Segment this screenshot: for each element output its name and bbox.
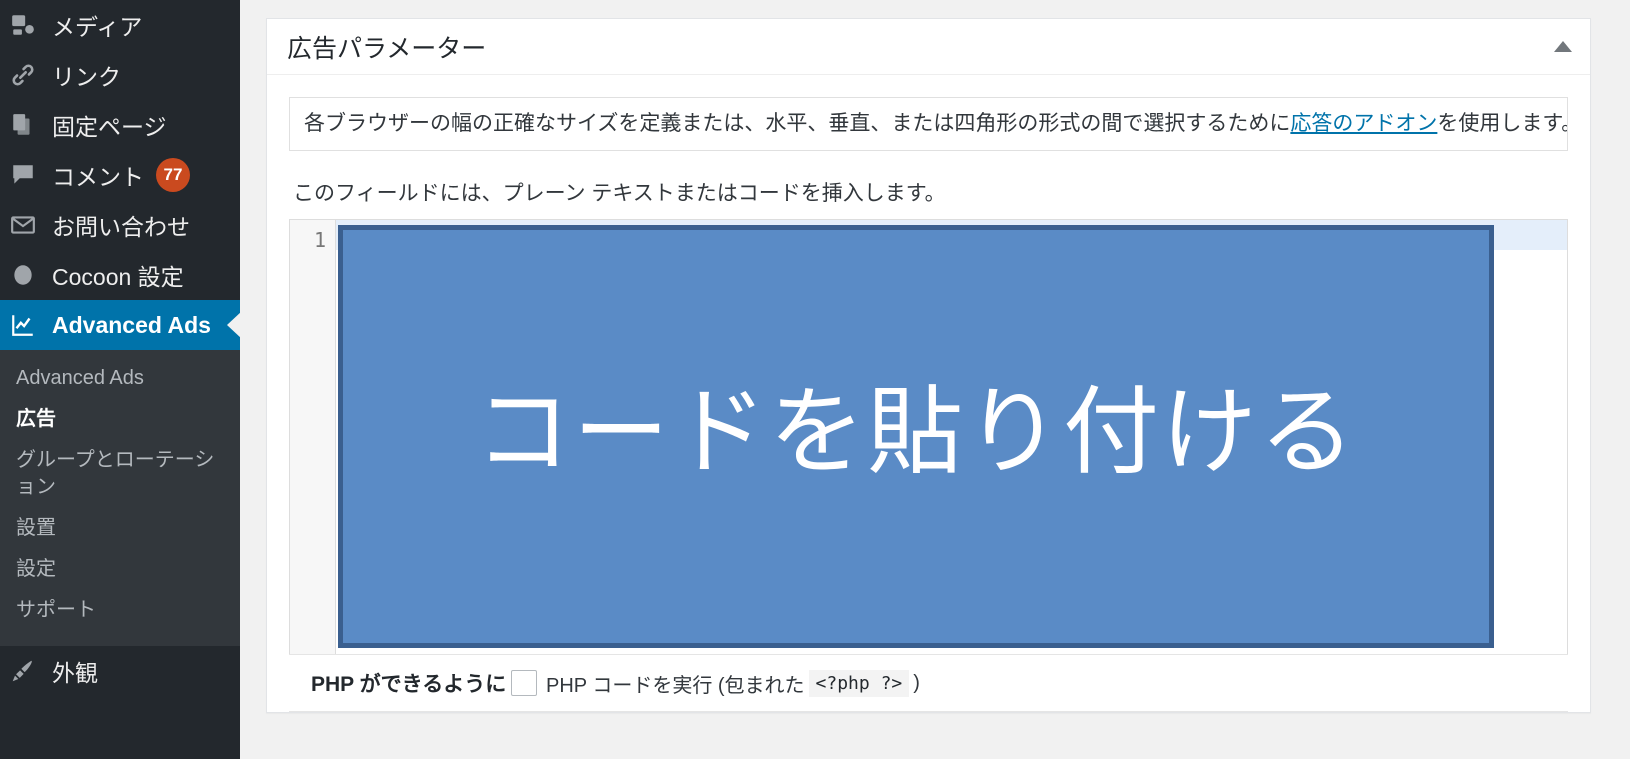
paste-code-overlay: コードを貼り付ける [338,225,1494,649]
admin-screen: メディア リンク 固定ページ コメント 77 お問い合わせ Cocoon 設定 … [0,0,1630,759]
comment-icon [10,162,52,188]
sidebar-item-label: 固定ページ [52,114,167,140]
submenu-item-settings[interactable]: 設定 [0,549,240,590]
main-content: 広告パラメーター 各ブラウザーの幅の正確なサイズを定義または、水平、垂直、または… [240,0,1630,759]
sidebar-item-advanced-ads[interactable]: Advanced Ads [0,300,240,350]
sidebar-item-label: コメント [52,164,144,190]
php-execute-checkbox-label[interactable]: PHP コードを実行 (包まれた <?php ?> ) [511,669,920,698]
ad-parameters-panel: 広告パラメーター 各ブラウザーの幅の正確なサイズを定義または、水平、垂直、または… [266,18,1591,714]
responsive-addon-link[interactable]: 応答のアドオン [1290,112,1437,135]
chevron-up-icon[interactable] [1554,40,1572,52]
sidebar-item-label: リンク [52,64,121,90]
chart-icon [10,312,52,338]
media-icon [10,12,52,38]
php-tag-code: <?php ?> [808,669,910,697]
php-execute-checkbox[interactable] [511,670,537,697]
sidebar-item-pages[interactable]: 固定ページ [0,100,240,150]
editor-line-number-gutter: 1 [290,220,336,655]
php-row-label: PHP ができるように [311,673,507,697]
panel-body: 各ブラウザーの幅の正確なサイズを定義または、水平、垂直、または四角形の形式の間で… [267,75,1590,713]
submenu-item-placements[interactable]: 設置 [0,508,240,549]
notice-text-after: を使用します。 [1437,112,1568,135]
pages-icon [10,112,52,138]
paste-code-overlay-label: コードを貼り付ける [475,378,1357,486]
appearance-icon [10,658,52,684]
line-number: 1 [313,228,326,253]
sidebar-item-label: メディア [52,14,143,40]
envelope-icon [10,212,52,238]
notice-text-before: 各ブラウザーの幅の正確なサイズを定義または、水平、垂直、または四角形の形式の間で… [304,112,1291,135]
sidebar-item-comments[interactable]: コメント 77 [0,150,240,200]
submenu-item-ads[interactable]: 広告 [0,399,240,440]
sidebar-item-links[interactable]: リンク [0,50,240,100]
sidebar-item-appearance[interactable]: 外観 [0,645,240,695]
php-checkbox-text-before: PHP コードを実行 (包まれた [546,674,805,697]
submenu-item-groups-rotation[interactable]: グループとローテーション [0,440,240,508]
field-description: このフィールドには、プレーン テキストまたはコードを挿入します。 [293,182,946,206]
sidebar-item-media[interactable]: メディア [0,0,240,50]
sidebar-item-label: Advanced Ads [52,311,211,338]
editor-code-area[interactable]: コードを貼り付ける [336,220,1567,654]
sidebar-item-contact[interactable]: お問い合わせ [0,200,240,250]
sidebar-item-label: Cocoon 設定 [52,264,184,290]
comment-count-badge: 77 [156,158,190,192]
panel-header[interactable]: 広告パラメーター [267,19,1590,75]
responsive-addon-notice: 各ブラウザーの幅の正確なサイズを定義または、水平、垂直、または四角形の形式の間で… [289,97,1568,152]
php-checkbox-text-after: ) [913,671,920,694]
sidebar-item-label: 外観 [52,659,98,686]
admin-sidebar: メディア リンク 固定ページ コメント 77 お問い合わせ Cocoon 設定 … [0,0,240,759]
code-editor[interactable]: 1 コードを貼り付ける [289,219,1568,655]
link-icon [10,62,52,88]
circle-icon [10,262,52,288]
php-option-row: PHP ができるように PHP コードを実行 (包まれた <?php ?> ) [289,654,1568,713]
sidebar-item-cocoon-settings[interactable]: Cocoon 設定 [0,250,240,300]
advanced-ads-submenu: Advanced Ads 広告 グループとローテーション 設置 設定 サポート [0,350,240,645]
page-title: 広告パラメーター [287,34,487,63]
sidebar-item-label: お問い合わせ [52,214,190,240]
submenu-item-advanced-ads[interactable]: Advanced Ads [0,358,240,399]
submenu-item-support[interactable]: サポート [0,590,240,631]
